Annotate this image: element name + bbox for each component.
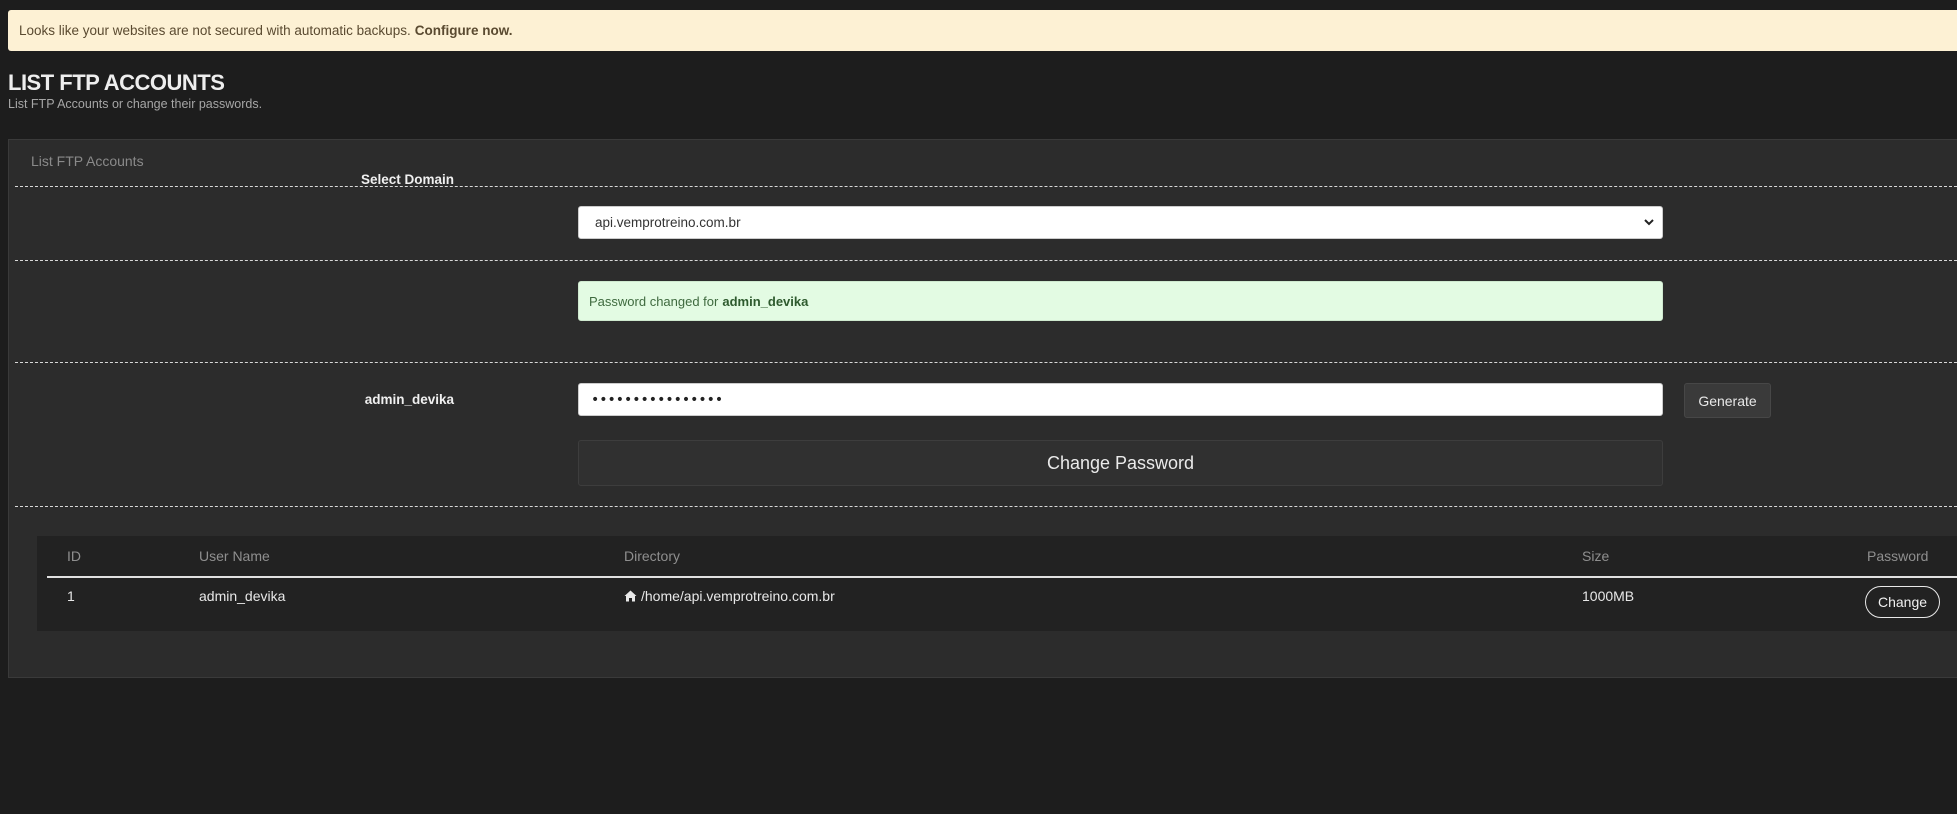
row-id: 1 <box>67 588 75 604</box>
success-message: Password changed for <box>589 293 719 309</box>
page: Looks like your websites are not secured… <box>0 0 1957 814</box>
new-password-input[interactable] <box>578 383 1663 416</box>
page-subtitle: List FTP Accounts or change their passwo… <box>8 97 263 111</box>
domain-select-value: api.vemprotreino.com.br <box>595 215 741 230</box>
row-directory: /home/api.vemprotreino.com.br <box>624 588 835 604</box>
success-username: admin_devika <box>722 293 809 309</box>
alert-message: Looks like your websites are not secured… <box>19 23 411 38</box>
home-icon <box>624 590 637 602</box>
divider <box>15 506 1957 507</box>
col-header-id: ID <box>67 548 81 564</box>
ftp-accounts-panel: List FTP Accounts Select Domain api.vemp… <box>8 139 1957 678</box>
row-username: admin_devika <box>199 588 286 604</box>
configure-now-link[interactable]: Configure now. <box>415 23 513 38</box>
panel-heading: List FTP Accounts <box>31 153 144 169</box>
row-directory-path: /home/api.vemprotreino.com.br <box>641 588 835 604</box>
ftp-accounts-table: ID User Name Directory Size Password 1 a… <box>37 536 1957 631</box>
col-header-directory: Directory <box>624 548 681 564</box>
chevron-down-icon <box>1644 219 1654 226</box>
divider <box>15 362 1957 363</box>
change-password-row-button[interactable]: Change <box>1865 586 1940 618</box>
password-changed-alert: Password changed for admin_devika <box>578 281 1663 321</box>
col-header-password: Password <box>1867 548 1929 564</box>
col-header-username: User Name <box>199 548 270 564</box>
row-size: 1000MB <box>1582 588 1635 604</box>
divider <box>15 260 1957 261</box>
page-title: LIST FTP ACCOUNTS <box>8 70 225 95</box>
col-header-size: Size <box>1582 548 1610 564</box>
change-password-button[interactable]: Change Password <box>578 440 1663 486</box>
domain-select[interactable]: api.vemprotreino.com.br <box>578 206 1663 239</box>
password-field-label: admin_devika <box>364 392 454 407</box>
select-domain-label: Select Domain <box>360 172 454 187</box>
backup-alert-banner: Looks like your websites are not secured… <box>8 10 1957 51</box>
generate-password-button[interactable]: Generate <box>1684 383 1771 418</box>
table-header-divider <box>47 576 1957 578</box>
